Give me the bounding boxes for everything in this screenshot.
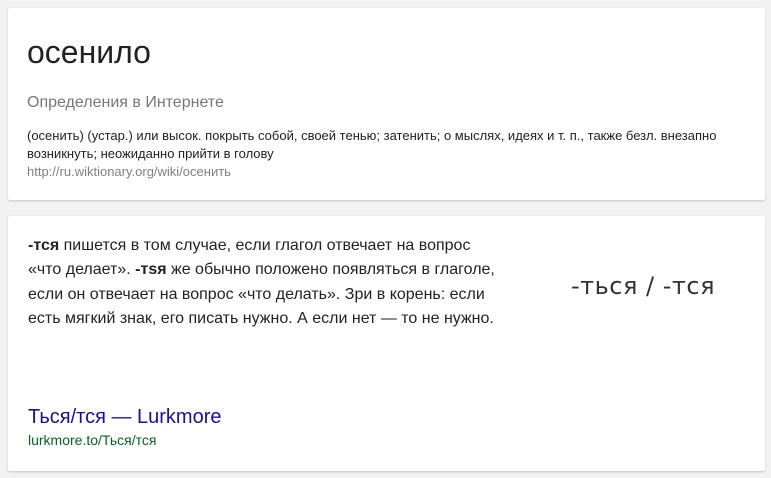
featured-snippet-card: -тся пишется в том случае, если глагол о… [8,216,765,471]
definition-text: (осенить) (устар.) или высок. покрыть со… [27,128,717,161]
definition-card: осенило Определения в Интернете (осенить… [8,8,765,200]
snippet-image[interactable]: -ться / -тся [528,256,758,316]
definitions-subtitle: Определения в Интернете [27,94,224,111]
result-title-link[interactable]: Ться/тся — Lurkmore [28,404,222,430]
word-title: осенило [27,34,151,70]
definition-source-link[interactable]: http://ru.wiktionary.org/wiki/осенить [27,163,231,181]
snippet-image-caption: -ться / -тся [570,272,716,300]
snippet-bold-term-2: -тsя [135,261,167,279]
snippet-text: -тся пишется в том случае, если глагол о… [28,234,498,332]
snippet-bold-term-1: -тся [28,237,60,254]
result-url: lurkmore.to/Ться/тся [28,432,157,448]
